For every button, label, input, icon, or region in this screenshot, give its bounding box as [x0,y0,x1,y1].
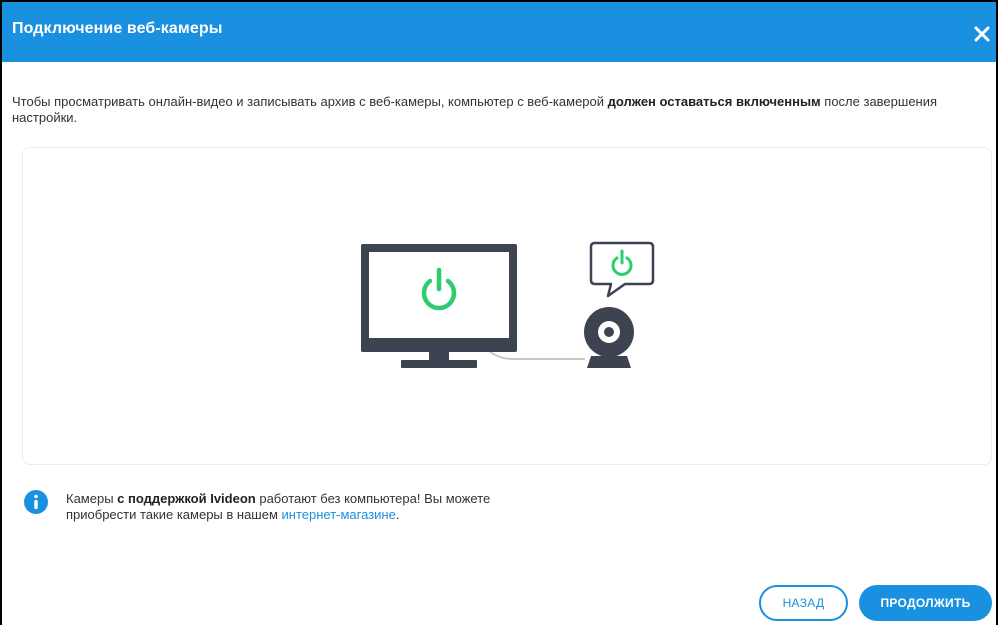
continue-button[interactable]: ПРОДОЛЖИТЬ [859,585,992,621]
info-icon [24,490,48,514]
info-part5: . [395,507,400,522]
close-icon[interactable] [974,26,994,46]
intro-text: Чтобы просматривать онлайн-видео и запис… [12,94,972,126]
info-notice: Камеры с поддержкой Ivideon работают без… [24,490,724,530]
shop-link[interactable]: интернет-магазине [282,507,396,522]
info-part4: приобрести такие камеры в нашем [66,507,282,522]
dialog-title: Подключение веб-камеры [12,20,223,37]
back-button[interactable]: НАЗАД [759,585,848,621]
cable-line [488,350,585,360]
info-part1: Камеры [66,491,118,506]
info-text: Камеры с поддержкой Ivideon работают без… [66,491,666,523]
info-part3: работают без компьютера! Вы можете [255,491,491,506]
webcam-icon [584,307,634,368]
setup-illustration [361,241,655,368]
illustration-panel [22,147,992,465]
intro-text-bold: должен оставаться включенным [607,94,821,109]
dialog-header: Подключение веб-камеры [2,2,996,62]
info-part2: с поддержкой Ivideon [117,491,256,506]
intro-text-before: Чтобы просматривать онлайн-видео и запис… [12,94,608,109]
speech-bubble-icon [589,241,655,298]
webcam-setup-dialog: Подключение веб-камеры Чтобы просматрива… [0,0,998,625]
